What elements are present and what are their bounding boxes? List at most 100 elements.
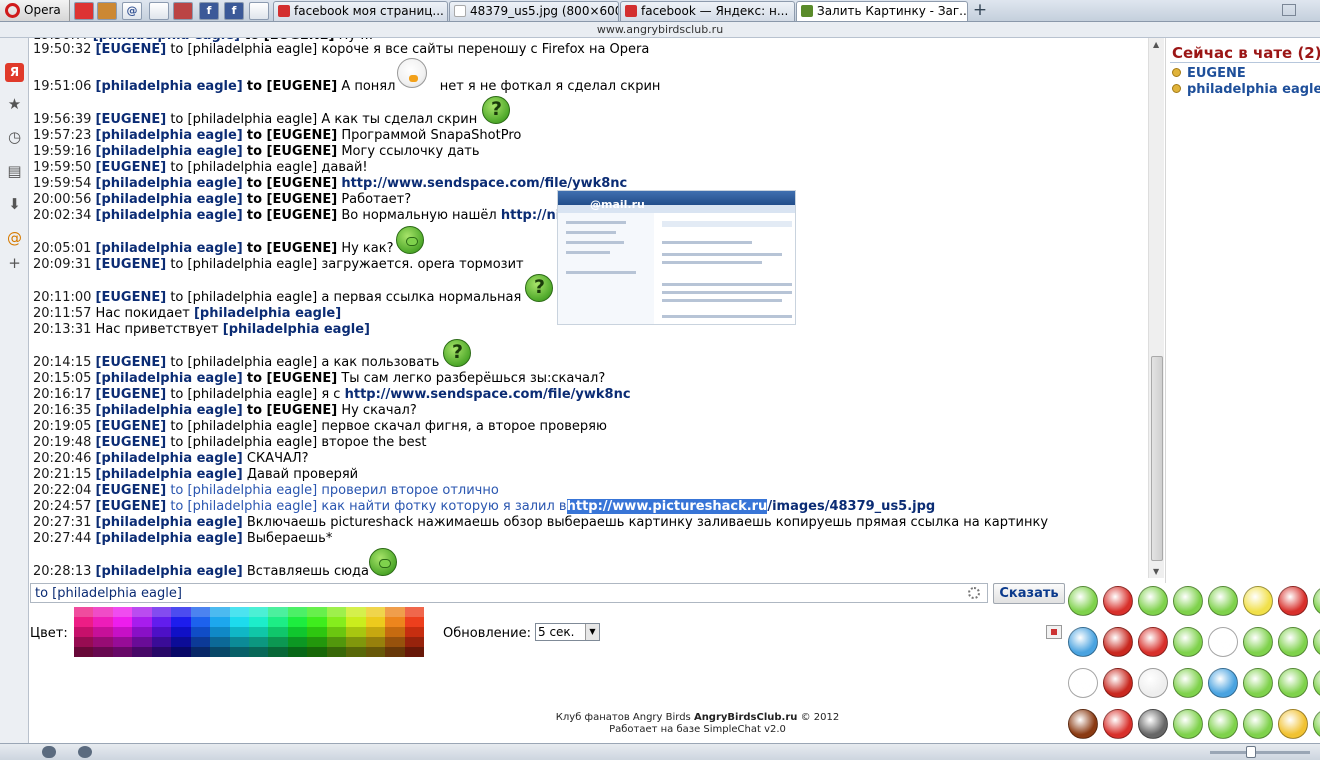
pinned-tab-angrybirds[interactable] <box>74 2 94 20</box>
color-swatch[interactable] <box>151 647 172 657</box>
color-swatch[interactable] <box>365 607 386 617</box>
message-input[interactable] <box>30 583 988 603</box>
pinned-tab-blank[interactable] <box>149 2 169 20</box>
color-swatch[interactable] <box>229 617 249 627</box>
site-brand-link[interactable]: AngryBirdsClub.ru <box>694 712 797 723</box>
color-swatch[interactable] <box>171 647 191 657</box>
pig-smiley-icon[interactable] <box>1173 586 1203 616</box>
nick-link[interactable]: [philadelphia eagle] <box>96 144 243 159</box>
color-swatch[interactable] <box>326 627 347 637</box>
color-swatch[interactable] <box>229 607 249 617</box>
red-bird-smiley-icon[interactable] <box>1103 627 1133 657</box>
color-swatch[interactable] <box>385 647 405 657</box>
color-swatch[interactable] <box>132 617 152 627</box>
red-bird-smiley-icon[interactable] <box>1278 586 1308 616</box>
pig-smiley-icon[interactable] <box>1173 668 1203 698</box>
nick-link[interactable]: [philadelphia eagle] <box>96 208 243 223</box>
pig-smiley-icon[interactable] <box>1173 627 1203 657</box>
color-swatch[interactable] <box>190 627 211 637</box>
color-swatch[interactable] <box>249 607 269 617</box>
nick-link[interactable]: [EUGENE] <box>96 499 167 514</box>
color-swatch[interactable] <box>74 637 94 647</box>
color-swatch[interactable] <box>287 627 308 637</box>
nick-link[interactable]: [EUGENE] <box>96 355 167 370</box>
nick-link[interactable]: [EUGENE] <box>96 42 167 57</box>
color-swatch[interactable] <box>93 637 113 647</box>
color-swatch[interactable] <box>326 637 347 647</box>
scroll-up-arrow-icon[interactable]: ▲ <box>1153 40 1159 49</box>
yandex-icon[interactable]: Я <box>5 63 24 82</box>
color-swatch[interactable] <box>404 637 424 647</box>
history-clock-icon[interactable]: ◷ <box>5 128 24 147</box>
pig-smiley-icon[interactable] <box>1068 586 1098 616</box>
red-bird-smiley-icon[interactable] <box>1278 668 1308 698</box>
yellow-bird-smiley-icon[interactable] <box>1243 627 1273 657</box>
color-swatch[interactable] <box>171 637 191 647</box>
nick-link[interactable]: [philadelphia eagle] <box>96 531 243 546</box>
color-swatch[interactable] <box>151 617 172 627</box>
color-swatch[interactable] <box>74 617 94 627</box>
mail-icon[interactable]: @ <box>5 229 24 248</box>
opera-menu-button[interactable]: Opera <box>0 0 70 21</box>
color-swatch[interactable] <box>229 637 249 647</box>
color-swatch[interactable] <box>112 617 133 627</box>
nick-link[interactable]: [EUGENE] <box>96 419 167 434</box>
pig-smiley-icon[interactable] <box>1138 668 1168 698</box>
add-panel-icon[interactable]: + <box>5 254 24 273</box>
color-swatch[interactable] <box>112 637 133 647</box>
red-bird-smiley-icon[interactable] <box>1278 627 1308 657</box>
color-swatch[interactable] <box>365 647 386 657</box>
nick-link[interactable]: [philadelphia eagle] <box>96 128 243 143</box>
nick-link[interactable]: [philadelphia eagle] <box>96 241 243 256</box>
color-swatch[interactable] <box>346 637 366 647</box>
color-swatch[interactable] <box>385 607 405 617</box>
color-swatch[interactable] <box>365 617 386 627</box>
color-swatch[interactable] <box>307 607 327 617</box>
tab-yandex-facebook[interactable]: facebook — Яндекс: н... <box>620 1 795 21</box>
color-swatch[interactable] <box>268 647 288 657</box>
pig-smiley-icon[interactable] <box>1208 627 1238 657</box>
color-swatch[interactable] <box>249 617 269 627</box>
color-swatch[interactable] <box>171 607 191 617</box>
zoom-slider-knob[interactable] <box>1246 746 1256 758</box>
yellow-bird-smiley-icon[interactable] <box>1243 586 1273 616</box>
color-swatch[interactable] <box>210 617 230 627</box>
color-swatch[interactable] <box>249 627 269 637</box>
color-swatch[interactable] <box>229 647 249 657</box>
color-swatch[interactable] <box>249 647 269 657</box>
color-swatch[interactable] <box>74 627 94 637</box>
color-swatch[interactable] <box>190 637 211 647</box>
say-button[interactable]: Сказать <box>993 583 1065 604</box>
color-swatch[interactable] <box>190 647 211 657</box>
pig-smiley-icon[interactable] <box>1208 668 1238 698</box>
color-swatch[interactable] <box>346 627 366 637</box>
color-swatch[interactable] <box>404 647 424 657</box>
color-swatch[interactable] <box>210 607 230 617</box>
color-swatch[interactable] <box>287 637 308 647</box>
color-swatch[interactable] <box>151 607 172 617</box>
nick-link[interactable]: [EUGENE] <box>96 257 167 272</box>
pinned-tab-shop[interactable] <box>173 2 193 20</box>
pinned-tab-mail[interactable]: @ <box>122 2 142 20</box>
pinned-tab-facebook-2[interactable]: f <box>224 2 244 20</box>
color-swatch[interactable] <box>93 607 113 617</box>
color-swatch[interactable] <box>346 607 366 617</box>
color-swatch[interactable] <box>385 627 405 637</box>
color-swatch[interactable] <box>268 607 288 617</box>
color-swatch[interactable] <box>171 617 191 627</box>
color-swatch[interactable] <box>326 617 347 627</box>
nick-link[interactable]: [philadelphia eagle] <box>96 176 243 191</box>
online-user-eugene[interactable]: EUGENE <box>1172 66 1246 81</box>
pig-smiley-icon[interactable] <box>1313 668 1320 698</box>
color-swatch[interactable] <box>385 637 405 647</box>
color-swatch[interactable] <box>93 617 113 627</box>
pig-smiley-icon[interactable] <box>1068 627 1098 657</box>
pictureshack-link[interactable]: /images/48379_us5.jpg <box>767 499 935 514</box>
tab-active-upload-picture[interactable]: Залить Картинку - Заг... <box>796 1 968 21</box>
sendspace-link[interactable]: http://www.sendspace.com/file/ywk8nc <box>345 387 631 402</box>
color-swatch[interactable] <box>287 647 308 657</box>
color-swatch[interactable] <box>307 617 327 627</box>
pinned-tab-angrybirds-2[interactable] <box>97 2 117 20</box>
nick-link[interactable]: [philadelphia eagle] <box>96 79 243 94</box>
color-swatch[interactable] <box>287 607 308 617</box>
